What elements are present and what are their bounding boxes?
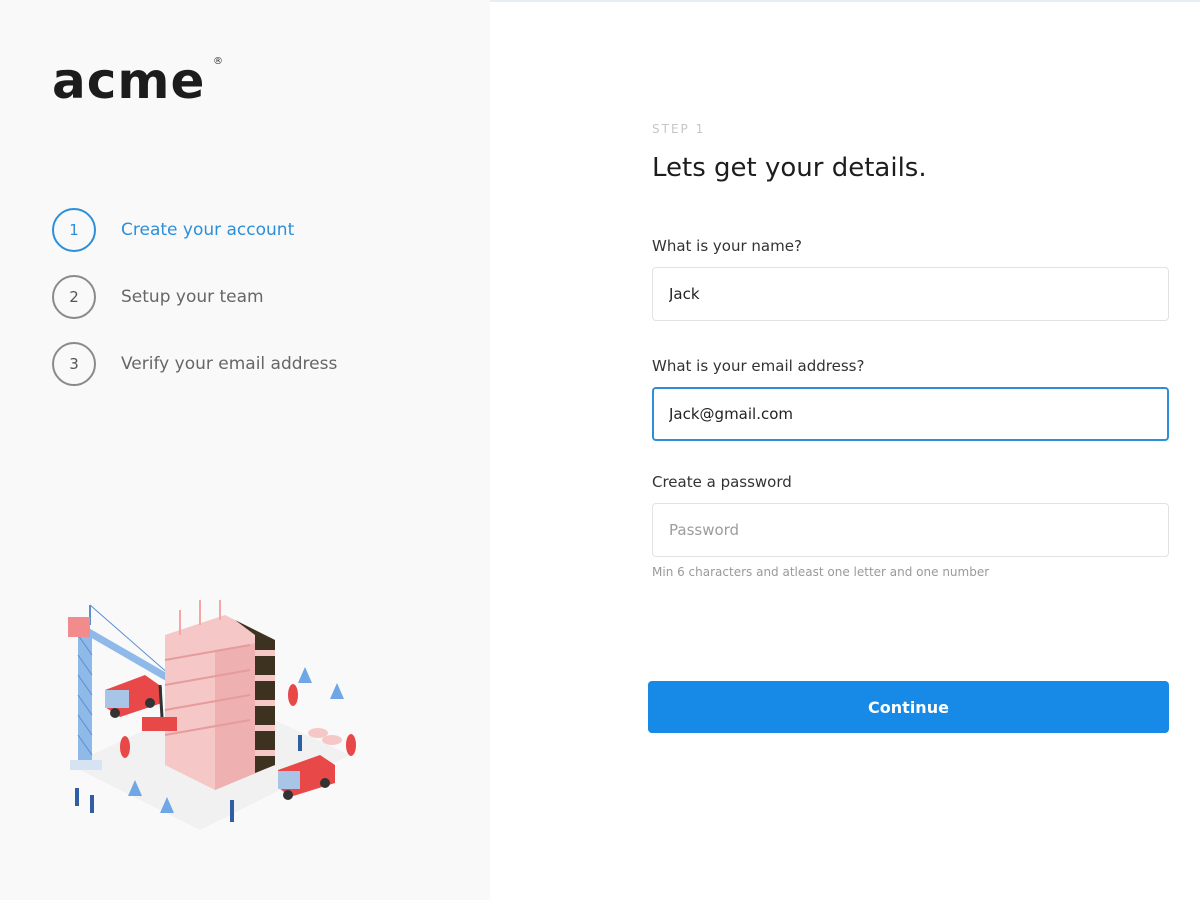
acme-logo: acme — [52, 52, 206, 110]
step-indicator: STEP 1 — [652, 122, 706, 136]
left-panel: acme ® 1 Create your account 2 Setup you… — [0, 0, 490, 900]
step-number-circle: 1 — [52, 208, 96, 252]
step-label: Setup your team — [121, 287, 264, 307]
password-input[interactable] — [652, 503, 1169, 557]
password-label: Create a password — [652, 473, 792, 491]
name-label: What is your name? — [652, 237, 802, 255]
step-item-setup-team[interactable]: 2 Setup your team — [52, 275, 337, 319]
registered-mark: ® — [213, 56, 223, 67]
name-input[interactable] — [652, 267, 1169, 321]
step-label: Verify your email address — [121, 354, 338, 374]
step-item-verify-email[interactable]: 3 Verify your email address — [52, 342, 337, 386]
step-number-circle: 2 — [52, 275, 96, 319]
continue-button[interactable]: Continue — [648, 681, 1169, 733]
construction-site-illustration — [68, 600, 356, 830]
step-item-create-account[interactable]: 1 Create your account — [52, 208, 337, 252]
email-label: What is your email address? — [652, 357, 865, 375]
step-number-circle: 3 — [52, 342, 96, 386]
email-input[interactable] — [652, 387, 1169, 441]
password-hint: Min 6 characters and atleast one letter … — [652, 565, 990, 579]
step-list: 1 Create your account 2 Setup your team … — [52, 208, 337, 409]
step-label: Create your account — [121, 220, 295, 240]
page-title: Lets get your details. — [652, 153, 927, 183]
